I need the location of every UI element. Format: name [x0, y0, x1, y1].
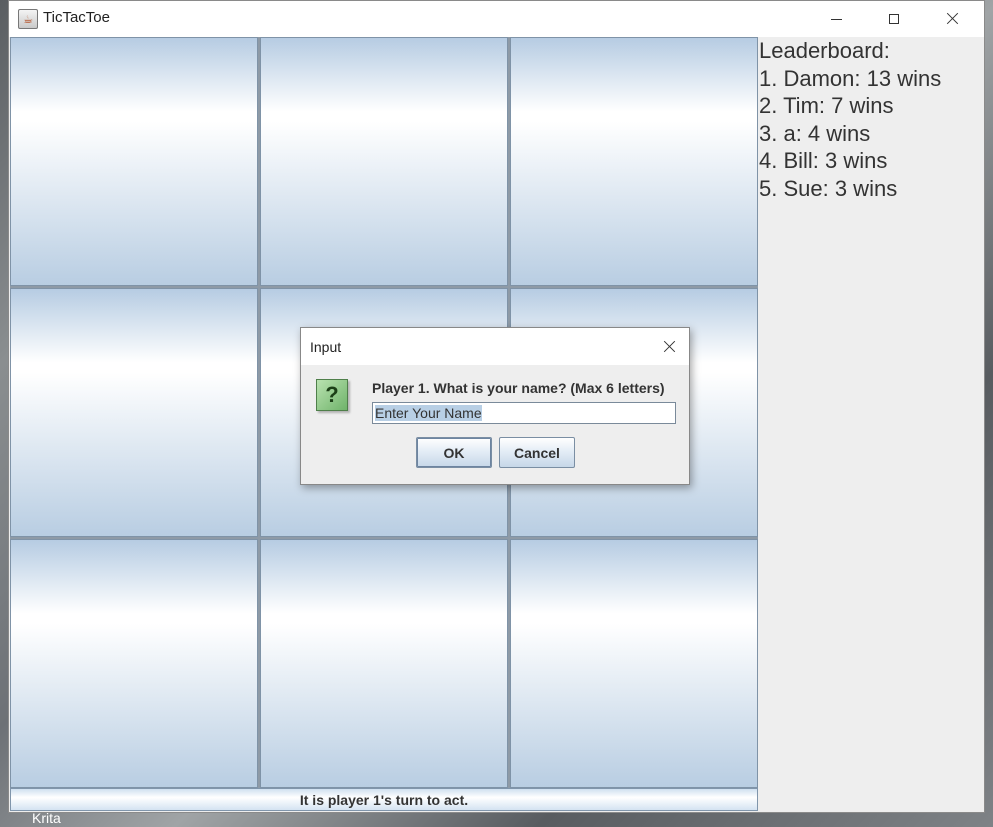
name-input[interactable]	[372, 402, 676, 424]
question-icon: ?	[316, 379, 348, 411]
leaderboard-entry: 3. a: 4 wins	[759, 120, 871, 146]
board-cell-8[interactable]	[260, 539, 508, 788]
leaderboard-entry: 2. Tim: 7 wins	[759, 93, 894, 118]
ok-button[interactable]: OK	[416, 437, 492, 468]
board-cell-4[interactable]	[10, 288, 258, 537]
leaderboard-entry: 5. Sue: 3 wins	[759, 175, 898, 201]
window-title: TicTacToe	[43, 9, 110, 26]
leaderboard-panel: Leaderboard: 1. Damon: 13 wins 2. Tim: 7…	[759, 37, 984, 812]
close-icon	[662, 340, 676, 354]
maximize-icon	[889, 14, 899, 24]
close-icon	[945, 12, 959, 26]
leaderboard-entry: 4. Bill: 3 wins	[759, 148, 888, 173]
close-button[interactable]	[923, 1, 981, 37]
leaderboard-entry: 1. Damon: 13 wins	[759, 65, 942, 91]
leaderboard-heading: Leaderboard:	[759, 38, 890, 63]
title-bar[interactable]: ☕ TicTacToe	[9, 1, 984, 37]
desktop-app-label[interactable]: Krita	[32, 810, 61, 826]
minimize-icon	[830, 18, 842, 20]
dialog-close-button[interactable]	[651, 333, 687, 361]
dialog-title-bar[interactable]: Input	[301, 328, 689, 365]
status-bar: It is player 1's turn to act.	[10, 788, 758, 811]
name-prompt: Player 1. What is your name? (Max 6 lett…	[372, 380, 665, 396]
dialog-title: Input	[310, 339, 342, 355]
maximize-button[interactable]	[865, 1, 923, 37]
minimize-button[interactable]	[807, 1, 865, 37]
board-cell-2[interactable]	[260, 37, 508, 286]
cancel-button[interactable]: Cancel	[499, 437, 575, 468]
board-cell-1[interactable]	[10, 37, 258, 286]
board-cell-7[interactable]	[10, 539, 258, 788]
java-app-icon: ☕	[18, 9, 38, 29]
input-dialog: Input ? Player 1. What is your name? (Ma…	[300, 327, 690, 485]
board-cell-9[interactable]	[510, 539, 758, 788]
board-cell-3[interactable]	[510, 37, 758, 286]
